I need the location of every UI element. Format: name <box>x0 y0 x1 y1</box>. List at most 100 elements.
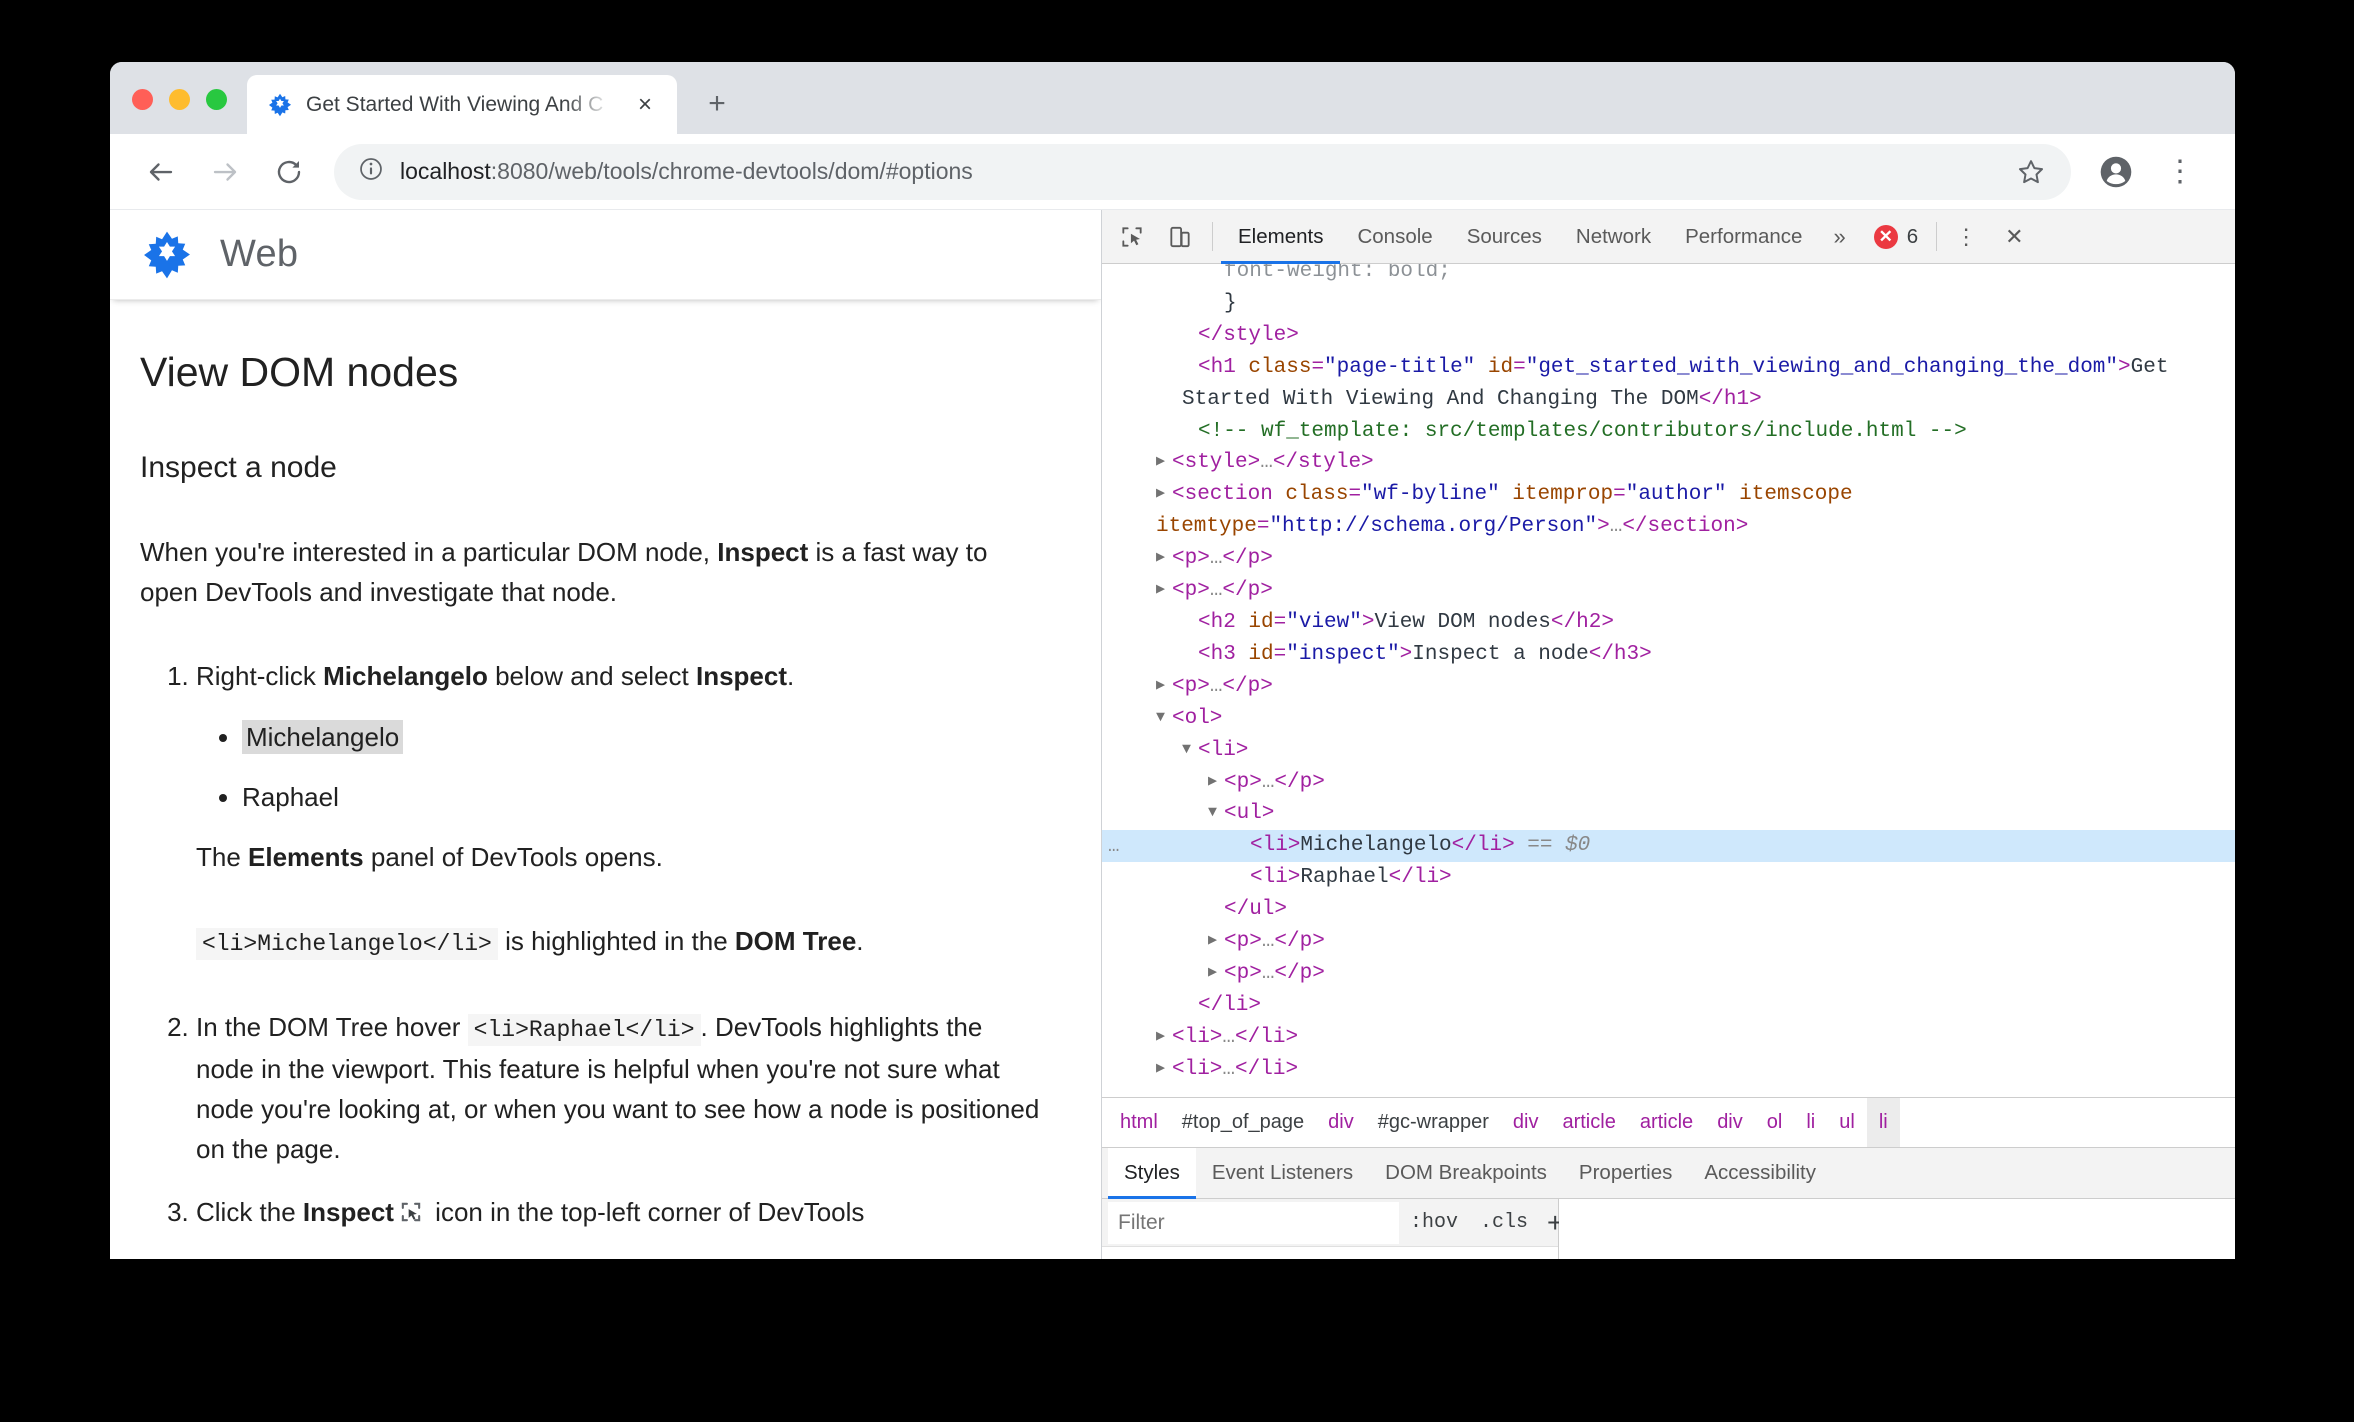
forward-button[interactable] <box>196 143 254 201</box>
dom-tree-row[interactable]: ▶ <p>…</p> <box>1102 958 2235 990</box>
michelangelo-highlight[interactable]: Michelangelo <box>242 719 404 754</box>
dom-tree-row[interactable]: </ul> <box>1102 894 2235 926</box>
sidebar-tab-properties[interactable]: Properties <box>1563 1148 1688 1198</box>
breadcrumb-item-2[interactable]: div <box>1316 1098 1366 1147</box>
dom-tree-row[interactable]: <h3 id="inspect">Inspect a node</h3> <box>1102 639 2235 671</box>
address-bar[interactable]: localhost:8080/web/tools/chrome-devtools… <box>334 143 2071 200</box>
profile-avatar[interactable] <box>2087 143 2145 201</box>
expand-arrow-right-icon[interactable]: ▶ <box>1208 771 1224 794</box>
styles-filter-input[interactable] <box>1108 1201 1399 1244</box>
arrow-spacer <box>1208 898 1224 921</box>
expand-arrow-down-icon[interactable]: ▼ <box>1208 802 1224 825</box>
bookmark-star-icon[interactable] <box>2005 146 2057 198</box>
dom-tree-row[interactable]: ▼ <ol> <box>1102 703 2235 735</box>
chrome-menu-button[interactable]: ⋮ <box>2151 143 2209 201</box>
expand-arrow-down-icon[interactable]: ▼ <box>1182 739 1198 762</box>
devtools-menu-icon[interactable]: ⋮ <box>1941 210 1991 263</box>
sidebar-tab-accessibility[interactable]: Accessibility <box>1688 1148 1832 1198</box>
expand-arrow-down-icon[interactable]: ▼ <box>1156 707 1172 730</box>
code-token-sel0: == $0 <box>1514 834 1591 858</box>
expand-arrow-right-icon[interactable]: ▶ <box>1156 579 1172 602</box>
minimize-window-button[interactable] <box>169 89 190 110</box>
devtools-tab-sources[interactable]: Sources <box>1450 210 1559 263</box>
hov-toggle-button[interactable]: :hov <box>1399 1211 1469 1234</box>
dom-tree-row[interactable]: <!-- wf_template: src/templates/contribu… <box>1102 416 2235 448</box>
code-token-at: itemtype <box>1156 515 1257 539</box>
expand-arrow-right-icon[interactable]: ▶ <box>1156 1026 1172 1049</box>
breadcrumb-item-11[interactable]: li <box>1866 1098 1900 1148</box>
error-count-badge[interactable]: ✕ 6 <box>1860 210 1932 263</box>
dom-tree-row[interactable]: ▶ <li>…</li> <box>1102 1054 2235 1086</box>
dom-tree-row[interactable]: font-weight: bold; <box>1102 264 2235 288</box>
reload-button[interactable] <box>260 143 318 201</box>
devtools-close-icon[interactable]: ✕ <box>1991 210 2037 263</box>
list-item-michelangelo[interactable]: Michelangelo <box>242 717 1047 757</box>
dom-tree-row[interactable]: ▶ <p>…</p> <box>1102 767 2235 799</box>
breadcrumb[interactable]: html #top_of_page div #gc-wrapper div article… <box>1102 1097 2235 1148</box>
expand-arrow-right-icon[interactable]: ▶ <box>1156 451 1172 474</box>
dom-tree-row-selected[interactable]: … <li>Michelangelo</li> == $0 <box>1102 830 2235 863</box>
list-item-raphael[interactable]: Raphael <box>242 777 1047 817</box>
code-token-tx: Michelangelo <box>1300 834 1452 858</box>
code-token-av: "http://schema.org/Person" <box>1269 515 1598 539</box>
dom-tree-row[interactable]: ▶ <style>…</style> <box>1102 447 2235 479</box>
code-token-tg: <h2 <box>1198 610 1249 634</box>
breadcrumb-item-1[interactable]: #top_of_page <box>1170 1098 1316 1147</box>
raphael-text[interactable]: Raphael <box>242 782 339 812</box>
code-token-av: "page-title" <box>1324 355 1476 379</box>
sidebar-tab-bar[interactable]: Styles Event Listeners DOM Breakpoints Prop… <box>1102 1147 2235 1200</box>
dom-tree-row[interactable]: } <box>1102 288 2235 320</box>
tab-close-icon[interactable]: × <box>627 87 663 123</box>
dom-tree-row[interactable]: ▶ <p>…</p> <box>1102 926 2235 958</box>
close-window-button[interactable] <box>132 89 153 110</box>
expand-arrow-right-icon[interactable]: ▶ <box>1156 675 1172 698</box>
dom-tree-row[interactable]: </style> <box>1102 320 2235 352</box>
dom-tree-row[interactable]: ▶ <p>…</p> <box>1102 575 2235 607</box>
dom-tree-row[interactable]: ▼ <ul> <box>1102 798 2235 830</box>
arrow-spacer <box>1182 356 1198 379</box>
arrow-spacer <box>1182 643 1198 666</box>
maximize-window-button[interactable] <box>206 89 227 110</box>
back-button[interactable] <box>132 143 190 201</box>
breadcrumb-item-4[interactable]: div <box>1501 1098 1551 1147</box>
dom-tree-row[interactable]: ▼ <li> <box>1102 735 2235 767</box>
dom-tree[interactable]: font-weight: bold; } </style> <h1 class=… <box>1102 264 2235 1098</box>
devtools-tab-performance[interactable]: Performance <box>1668 210 1819 263</box>
dom-tree-row[interactable]: ▶ <p>…</p> <box>1102 671 2235 703</box>
code-token-at: class <box>1285 483 1349 507</box>
expand-arrow-right-icon[interactable]: ▶ <box>1156 1058 1172 1081</box>
sidebar-tab-dom-breakpoints[interactable]: DOM Breakpoints <box>1369 1148 1563 1198</box>
breadcrumb-item-0[interactable]: html <box>1108 1098 1170 1147</box>
sidebar-tab-event-listeners[interactable]: Event Listeners <box>1196 1148 1369 1198</box>
breadcrumb-item-7[interactable]: div <box>1705 1098 1755 1147</box>
dom-tree-row[interactable]: <h2 id="view">View DOM nodes</h2> <box>1102 607 2235 639</box>
breadcrumb-item-9[interactable]: li <box>1794 1098 1827 1147</box>
devtools-tab-elements[interactable]: Elements <box>1221 210 1341 264</box>
browser-tab[interactable]: Get Started With Viewing And C × <box>247 75 677 134</box>
new-tab-button[interactable]: + <box>699 86 735 122</box>
sidebar-tab-styles[interactable]: Styles <box>1108 1148 1196 1200</box>
devtools-tab-console[interactable]: Console <box>1340 210 1449 263</box>
dom-tree-row[interactable]: ▶ <section class="wf-byline" itemprop="au… <box>1102 479 2235 543</box>
dom-tree-row[interactable]: <li>Raphael</li> <box>1102 862 2235 894</box>
cls-toggle-button[interactable]: .cls <box>1469 1211 1539 1234</box>
expand-arrow-right-icon[interactable]: ▶ <box>1156 547 1172 570</box>
expand-arrow-right-icon[interactable]: ▶ <box>1156 483 1172 506</box>
dom-tree-row[interactable]: ▶ <p>…</p> <box>1102 543 2235 575</box>
code-token-pn: … <box>1222 1025 1236 1049</box>
dom-tree-row[interactable]: ▶ <li>…</li> <box>1102 1022 2235 1054</box>
more-tabs-chevron-icon[interactable]: » <box>1819 210 1859 263</box>
expand-arrow-right-icon[interactable]: ▶ <box>1208 930 1224 953</box>
dom-tree-row[interactable]: <h1 class="page-title" id="get_started_w… <box>1102 352 2235 416</box>
devtools-tab-network[interactable]: Network <box>1559 210 1668 263</box>
breadcrumb-item-3[interactable]: #gc-wrapper <box>1366 1098 1501 1147</box>
expand-arrow-right-icon[interactable]: ▶ <box>1208 962 1224 985</box>
breadcrumb-item-5[interactable]: article <box>1550 1098 1627 1147</box>
breadcrumb-item-6[interactable]: article <box>1628 1098 1705 1147</box>
page-info-icon[interactable] <box>358 156 384 187</box>
device-toolbar-icon[interactable] <box>1156 210 1204 263</box>
inspect-element-icon[interactable] <box>1108 210 1156 263</box>
breadcrumb-item-10[interactable]: ul <box>1827 1098 1867 1147</box>
dom-tree-row[interactable]: </li> <box>1102 990 2235 1022</box>
breadcrumb-item-8[interactable]: ol <box>1755 1098 1795 1147</box>
